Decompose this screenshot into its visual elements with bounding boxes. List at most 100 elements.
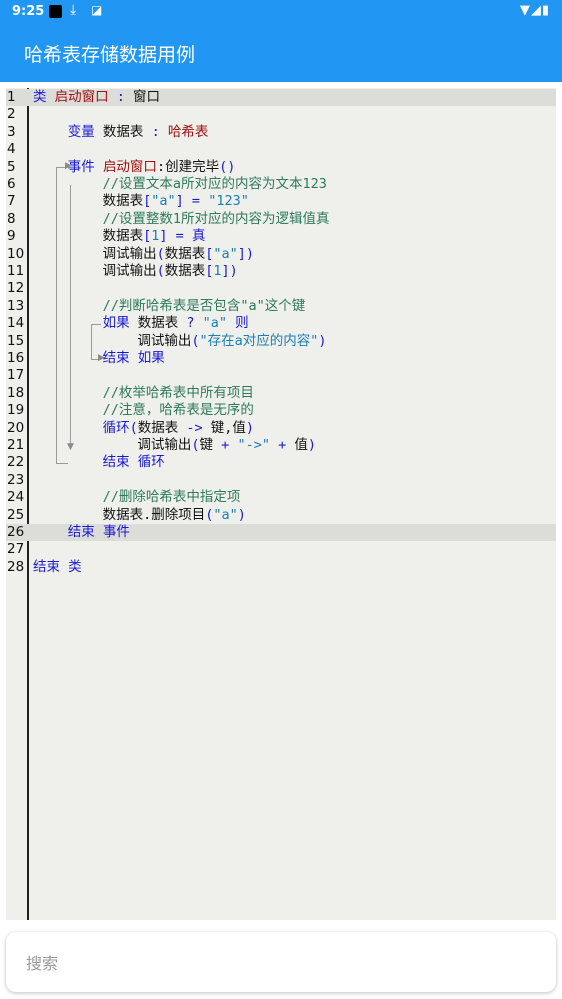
code-token: ]) [221, 263, 238, 279]
code-token: ? [186, 315, 195, 332]
code-line[interactable]: 15 调试输出("存在a对应的内容") [6, 333, 556, 350]
code-line[interactable]: 7 数据表["a"] = "123" [6, 193, 556, 210]
code-token: 调试输出 [102, 263, 157, 279]
code-line[interactable]: 17 [6, 367, 556, 384]
code-token: 键 [199, 437, 222, 453]
code-token: ) [318, 332, 327, 349]
code-token: 哈希表 [167, 123, 209, 140]
line-number: 19 [7, 402, 25, 419]
code-token: 调试输出 [137, 332, 192, 349]
code-line[interactable]: 22 结束 循环 [6, 454, 556, 471]
code-line[interactable]: 14 如果 数据表 ? "a" 则 [6, 315, 556, 332]
code-token: 数据表 [102, 193, 144, 210]
code-line[interactable]: 13 //判断哈希表是否包含"a"这个键 [6, 298, 556, 315]
line-number: 17 [7, 367, 25, 384]
code-token: "a" [213, 245, 238, 262]
code-line[interactable]: 27 [6, 541, 556, 558]
code-token: 1 [213, 263, 222, 279]
line-number: 15 [7, 332, 25, 349]
code-token: 结束 [67, 524, 95, 540]
code-token: 数据表 [137, 419, 187, 436]
code-line[interactable]: 18 //枚举哈希表中所有项目 [6, 385, 556, 402]
code-token: 数据表.删除项目 [102, 506, 206, 523]
code-token: :创建完毕 [156, 158, 220, 175]
search-input[interactable] [24, 948, 538, 978]
line-number: 27 [7, 541, 25, 558]
code-token: //判断哈希表是否包含"a"这个键 [102, 297, 306, 314]
app-bar: 哈希表存储数据用例 [0, 24, 562, 82]
code-token: 数据表 [129, 315, 187, 332]
wifi-icon: ▼ [519, 3, 531, 18]
code-line[interactable]: 1 类 启动窗口 : 窗口 [6, 89, 556, 107]
code-line[interactable]: 3 变量 数据表 : 哈希表 [6, 124, 556, 141]
code-line[interactable]: 21 调试输出(键 + "->" + 值) [6, 437, 556, 454]
code-text: 数据表["a"] = "123" [103, 193, 249, 210]
code-line[interactable]: 12 [6, 280, 556, 297]
code-text: //判断哈希表是否包含"a"这个键 [103, 298, 306, 315]
code-line[interactable]: 8 //设置整数1所对应的内容为逻辑值真 [6, 211, 556, 228]
code-editor[interactable]: 1类 启动窗口 : 窗口 2 3 变量 数据表 : 哈希表 4 5 事件 启动窗口:创建完毕… [6, 88, 556, 920]
code-token: 启动窗口 [102, 158, 157, 175]
line-number: 5 [7, 158, 16, 175]
code-line[interactable]: 9 数据表[1] = 真 [6, 228, 556, 245]
code-line[interactable]: 28 结束 类 [6, 559, 556, 576]
code-token: //删除哈希表中指定项 [102, 489, 241, 506]
code-line[interactable]: 16 结束 如果 [6, 350, 556, 367]
code-line[interactable]: 4 [6, 141, 556, 158]
code-token: ) [237, 506, 246, 523]
code-text: 循环(数据表 -> 键,值) [103, 420, 254, 437]
line-number: 18 [7, 384, 25, 401]
line-number: 8 [7, 210, 16, 227]
code-token: ] [159, 228, 168, 245]
code-text: 调试输出(数据表["a"]) [103, 246, 254, 263]
code-line[interactable]: 2 [6, 106, 556, 123]
app-square-icon [49, 5, 62, 18]
code-text: 调试输出(键 + "->" + 值) [137, 437, 316, 454]
code-line[interactable]: 25 数据表.删除项目("a") [6, 507, 556, 524]
code-token: 结束 [102, 350, 130, 366]
code-token: 结束 [33, 558, 60, 575]
line-number: 4 [7, 141, 16, 158]
fold-guide [56, 463, 68, 465]
code-line[interactable]: 26 结束 事件 [6, 524, 556, 542]
search-bar [6, 932, 556, 992]
code-token: 事件 [102, 524, 130, 540]
code-line[interactable]: 10 调试输出(数据表["a"]) [6, 246, 556, 263]
code-token: //枚举哈希表中所有项目 [102, 384, 254, 401]
line-number: 21 [7, 437, 25, 453]
code-text: 变量 数据表 : 哈希表 [68, 124, 209, 141]
code-line[interactable]: 11 调试输出(数据表[1]) [6, 263, 556, 280]
line-number: 10 [7, 245, 25, 262]
code-line[interactable]: 24 //删除哈希表中指定项 [6, 489, 556, 506]
code-token: = [175, 228, 184, 245]
code-token: 则 [235, 315, 249, 332]
code-token: 变量 [67, 123, 95, 140]
code-token: ( [191, 437, 200, 453]
code-token: "a" [202, 315, 228, 332]
code-token: 循环 [137, 454, 165, 471]
code-token: 调试输出 [137, 437, 192, 453]
code-token: ]) [237, 245, 255, 262]
code-token: 如果 [137, 350, 165, 366]
code-token: ] [175, 193, 184, 210]
fold-guide [56, 167, 57, 464]
code-line[interactable]: 5 事件 启动窗口:创建完毕() [6, 159, 556, 176]
code-token: 数据表 [94, 123, 152, 140]
code-token: 窗口 [124, 89, 161, 105]
code-text: 事件 启动窗口:创建完毕() [68, 159, 236, 176]
code-text: 结束 循环 [103, 454, 165, 471]
line-number: 9 [7, 228, 16, 245]
code-token: ) [307, 437, 317, 453]
code-text: //设置文本a所对应的内容为文本123 [103, 176, 327, 193]
code-line[interactable]: 19 //注意，哈希表是无序的 [6, 402, 556, 419]
code-line[interactable]: 6 //设置文本a所对应的内容为文本123 [6, 176, 556, 193]
code-line[interactable]: 20 循环(数据表 -> 键,值) [6, 420, 556, 437]
line-number: 6 [7, 176, 16, 192]
code-line[interactable]: 23 [6, 472, 556, 489]
